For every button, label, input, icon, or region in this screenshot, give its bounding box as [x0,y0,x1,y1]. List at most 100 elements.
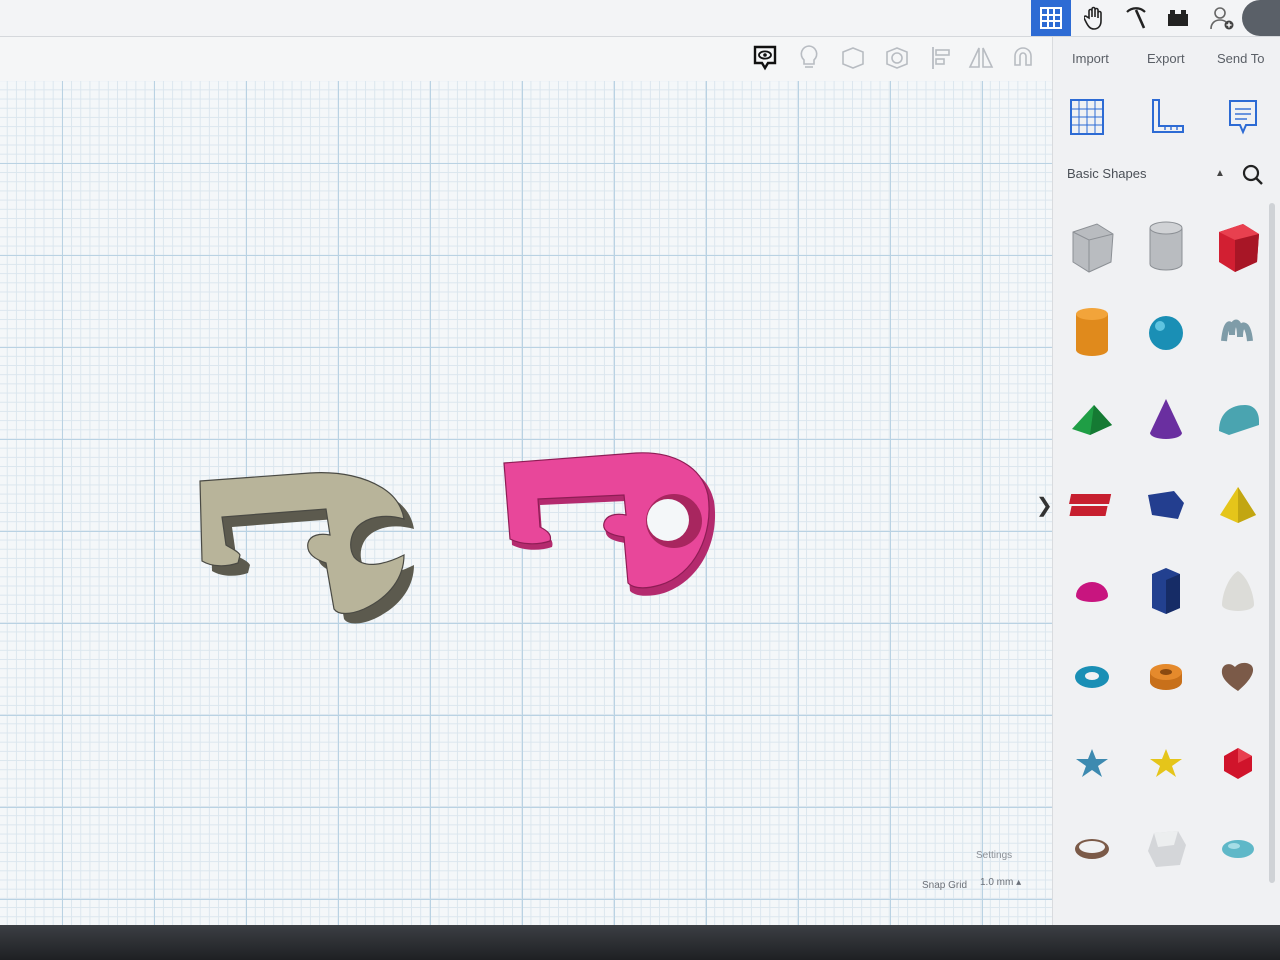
hand-icon [1084,6,1102,30]
box-hole-icon [1072,223,1114,273]
torus-icon [1075,666,1109,688]
tube-icon [1150,664,1182,690]
notes-toggle[interactable] [1221,95,1265,139]
notes-tool[interactable] [750,43,780,73]
workplane-shapes [199,452,716,624]
icosahedron-shape[interactable] [1205,723,1271,803]
torus-shape[interactable] [1059,637,1125,717]
hexagonal-prism-icon [1152,568,1180,614]
text-shape[interactable] [1059,465,1125,545]
avatar[interactable] [1242,0,1280,36]
shape-tool[interactable] [838,43,868,73]
hole-tool[interactable] [882,43,912,73]
cone-icon [1150,399,1182,439]
ruler-icon [1152,99,1184,133]
select-arrows-icon: ▲ [1215,168,1225,179]
heart-icon [1221,662,1254,691]
ellipsoid-icon [1222,840,1254,858]
box-hole-shape[interactable] [1059,207,1125,287]
mirror-icon [968,47,994,68]
pyramid-icon [1220,487,1256,523]
monitor-bezel [0,925,1280,960]
cylinder-icon [1076,308,1108,356]
settings-link[interactable]: Settings [976,850,1012,861]
half-sphere-shape[interactable] [1059,551,1125,631]
shape-category-select[interactable]: Basic Shapes [1061,159,1233,189]
cylinder-shape[interactable] [1059,293,1125,373]
snap-grid-value[interactable]: 1.0 mm ▴ [980,877,1021,888]
search-button[interactable] [1239,161,1267,189]
collapse-panel-arrow[interactable]: ❯ [1036,494,1053,518]
ring-icon [1075,839,1109,859]
workplane-toggle[interactable] [1065,95,1109,139]
top-bar [0,0,1280,37]
snap-grid-label: Snap Grid [922,880,968,891]
paraboloid-icon [1222,571,1254,611]
polygon-shape[interactable] [1133,465,1199,545]
half-sphere-icon [1076,582,1108,602]
grid-view-button[interactable] [1031,0,1071,36]
tube-shape[interactable] [1133,637,1199,717]
align-tool[interactable] [926,43,956,73]
cylinder-hole-shape[interactable] [1133,207,1199,287]
paraboloid-shape[interactable] [1205,551,1271,631]
pyramid-shape[interactable] [1205,465,1271,545]
panel-scrollbar[interactable] [1269,203,1275,883]
shapes-panel: Import Export Send To Basic Shapes ▲ [1052,37,1280,925]
export-button[interactable]: Export [1147,51,1185,66]
speech-eye-icon [753,45,777,71]
view-toggles [1053,95,1280,141]
workplane-grid[interactable]: ❯ Settings Snap Grid 1.0 mm ▴ [0,81,1053,925]
gem-shape[interactable] [1133,809,1199,889]
pickaxe-button[interactable] [1116,0,1156,36]
light-tool[interactable] [794,43,824,73]
roof-shape[interactable] [1059,379,1125,459]
panel-actions: Import Export Send To [1053,51,1280,71]
roof-icon [1072,405,1112,435]
cylinder-hole-icon [1149,221,1183,271]
magnet-icon [1014,47,1032,66]
lightbulb-icon [800,45,818,68]
shape-library [1057,207,1271,917]
scribble-shape[interactable] [1205,293,1271,373]
round-roof-icon [1219,405,1259,435]
star-icon [1076,749,1108,777]
workplane-icon [1070,99,1104,135]
hole-icon [886,47,908,69]
send-to-button[interactable]: Send To [1217,51,1264,66]
pink-hook-shape[interactable] [503,452,716,596]
ruler-toggle[interactable] [1145,95,1189,139]
ellipsoid-shape[interactable] [1205,809,1271,889]
hand-button[interactable] [1075,0,1115,36]
sphere-shape[interactable] [1133,293,1199,373]
ring-shape[interactable] [1059,809,1125,889]
hexagonal-prism-shape[interactable] [1133,551,1199,631]
align-icon [932,47,950,69]
tinkercad-screen: ❯ Settings Snap Grid 1.0 mm ▴ Import Exp… [0,0,1280,925]
star-gold-icon [1150,749,1182,777]
sphere-icon [1149,316,1183,350]
text-icon [1069,494,1112,516]
scribble-icon [1221,319,1253,342]
bricks-icon [1168,10,1188,26]
star-shape[interactable] [1059,723,1125,803]
mirror-tool[interactable] [966,43,996,73]
add-user-button[interactable] [1202,0,1242,36]
import-button[interactable]: Import [1072,51,1109,66]
add-user-icon [1210,7,1234,30]
edit-toolbar [0,37,1052,81]
gem-icon [1148,831,1186,867]
round-roof-shape[interactable] [1205,379,1271,459]
note-icon [1229,100,1257,135]
blocks-button[interactable] [1158,0,1198,36]
star-gold-shape[interactable] [1133,723,1199,803]
shape-icon [842,47,864,69]
cone-shape[interactable] [1133,379,1199,459]
magnet-tool[interactable] [1008,43,1038,73]
pickaxe-icon [1126,7,1146,29]
box-shape[interactable] [1205,207,1271,287]
polygon-icon [1148,491,1184,519]
heart-shape[interactable] [1205,637,1271,717]
grid-icon [1040,7,1062,29]
tan-hook-shape[interactable] [199,472,414,624]
